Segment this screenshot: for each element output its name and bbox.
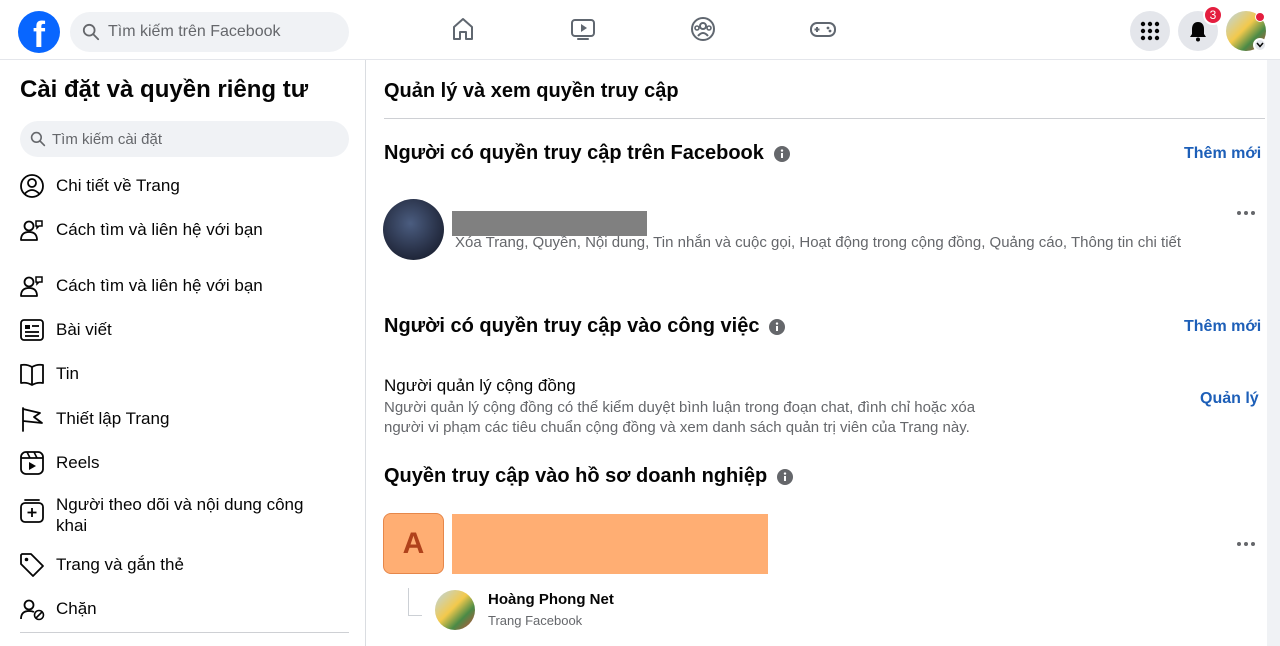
dot <box>1244 542 1248 546</box>
grid-menu-icon <box>1140 21 1160 41</box>
status-dot <box>1255 12 1265 22</box>
add-box-icon <box>20 499 44 523</box>
user-avatar <box>383 199 444 260</box>
sidebar-item-label: Tin <box>56 364 79 383</box>
sidebar-title: Cài đặt và quyền riêng tư <box>20 76 309 103</box>
sidebar-item-tagging[interactable]: Trang và gắn thẻ <box>18 551 348 579</box>
sidebar-item-page-setup[interactable]: Thiết lập Trang <box>18 405 348 433</box>
facebook-search-box[interactable] <box>70 12 349 52</box>
sidebar-item-label: Cách tìm và liên hệ với bạn <box>56 276 263 295</box>
sidebar-item-label: Trang và gắn thẻ <box>56 555 184 574</box>
sidebar-item-contact-2[interactable]: Cách tìm và liên hệ với bạn <box>18 272 348 300</box>
dot <box>1251 542 1255 546</box>
search-icon <box>82 23 100 41</box>
dot <box>1244 211 1248 215</box>
title-divider <box>384 118 1265 119</box>
user-more-options-button[interactable] <box>1234 208 1258 218</box>
chevron-down-icon <box>1256 42 1264 48</box>
menu-button[interactable] <box>1130 11 1170 51</box>
sidebar-item-label: Người theo dõi và nội dung công khai <box>56 495 304 535</box>
sidebar-item-label: Reels <box>56 453 100 472</box>
block-user-icon <box>20 599 45 621</box>
posts-icon <box>20 319 44 341</box>
tag-icon <box>20 553 44 577</box>
manage-button[interactable]: Quản lý <box>1200 390 1259 408</box>
dot <box>1237 542 1241 546</box>
dot <box>1251 211 1255 215</box>
book-icon <box>20 363 44 386</box>
page-name[interactable]: Hoàng Phong Net <box>488 591 614 608</box>
scrollbar-track[interactable] <box>1267 60 1280 646</box>
info-icon[interactable] <box>769 318 786 335</box>
redacted-user-name <box>452 211 647 236</box>
groups-icon <box>691 17 715 41</box>
user-circle-icon <box>20 174 44 198</box>
facebook-search-input[interactable] <box>108 23 328 41</box>
access-management-panel: Quản lý và xem quyền truy cập Người có q… <box>366 60 1280 646</box>
sidebar-item-blocking[interactable]: Chặn <box>18 595 348 623</box>
add-task-access-button[interactable]: Thêm mới <box>1184 318 1261 336</box>
business-avatar: A <box>383 513 444 574</box>
settings-sidebar: Cài đặt và quyền riêng tư Chi tiết về Tr… <box>0 60 366 646</box>
tree-connector <box>408 588 422 616</box>
task-access-section-title: Người có quyền truy cập vào công việc <box>384 315 786 338</box>
gaming-icon <box>810 22 836 37</box>
video-tab[interactable] <box>568 14 598 44</box>
contact-icon <box>20 276 43 297</box>
account-menu-chevron[interactable] <box>1253 38 1267 52</box>
business-avatar-letter: A <box>402 526 425 560</box>
community-manager-title: Người quản lý cộng đồng <box>384 376 576 395</box>
page-avatar <box>435 590 475 630</box>
business-more-options-button[interactable] <box>1234 539 1258 549</box>
home-tab[interactable] <box>448 14 478 44</box>
facebook-access-section-title: Người có quyền truy cập trên Facebook <box>384 142 790 165</box>
flag-icon <box>22 407 43 432</box>
sidebar-item-page-details[interactable]: Chi tiết về Trang <box>18 172 348 200</box>
home-icon <box>453 18 473 40</box>
settings-search-box[interactable] <box>20 121 349 157</box>
section-title-text: Người có quyền truy cập vào công việc <box>384 315 760 337</box>
community-manager-description: Người quản lý cộng đồng có thể kiểm duyệ… <box>384 399 976 436</box>
reels-icon <box>20 451 44 475</box>
contact-icon <box>20 220 43 241</box>
facebook-logo[interactable]: f <box>18 11 60 55</box>
groups-tab[interactable] <box>688 14 718 44</box>
gaming-tab[interactable] <box>808 14 838 44</box>
sidebar-item-stories[interactable]: Tin <box>18 360 348 388</box>
notification-badge: 3 <box>1203 5 1223 25</box>
sidebar-divider <box>20 632 349 633</box>
sidebar-item-contact[interactable]: Cách tìm và liên hệ với bạn <box>18 216 348 244</box>
bell-icon <box>1190 22 1206 42</box>
business-access-section-title: Quyền truy cập vào hồ sơ doanh nghiệp <box>384 465 794 488</box>
video-icon <box>571 19 595 40</box>
sidebar-item-label: Chi tiết về Trang <box>56 176 180 195</box>
sidebar-item-label: Chặn <box>56 599 97 618</box>
add-facebook-access-button[interactable]: Thêm mới <box>1184 145 1261 163</box>
redacted-business-name <box>452 514 768 574</box>
top-navigation-bar: f 3 <box>0 0 1280 60</box>
sidebar-item-label: Bài viết <box>56 320 112 339</box>
page-type: Trang Facebook <box>488 613 583 628</box>
search-icon <box>30 131 46 147</box>
sidebar-item-followers[interactable]: Người theo dõi và nội dung công khai <box>18 491 348 536</box>
info-icon[interactable] <box>777 468 794 485</box>
sidebar-item-posts[interactable]: Bài viết <box>18 316 348 344</box>
info-icon[interactable] <box>773 145 790 162</box>
sidebar-item-label: Cách tìm và liên hệ với bạn <box>56 220 263 239</box>
section-title-text: Người có quyền truy cập trên Facebook <box>384 142 764 164</box>
settings-search-input[interactable] <box>52 130 332 148</box>
permissions-text: Xóa Trang, Quyền, Nội dung, Tin nhắn và … <box>455 234 1182 251</box>
section-title-text: Quyền truy cập vào hồ sơ doanh nghiệp <box>384 465 768 487</box>
page-title: Quản lý và xem quyền truy cập <box>384 80 679 102</box>
sidebar-item-reels[interactable]: Reels <box>18 449 348 477</box>
sidebar-item-label: Thiết lập Trang <box>56 409 170 428</box>
dot <box>1237 211 1241 215</box>
